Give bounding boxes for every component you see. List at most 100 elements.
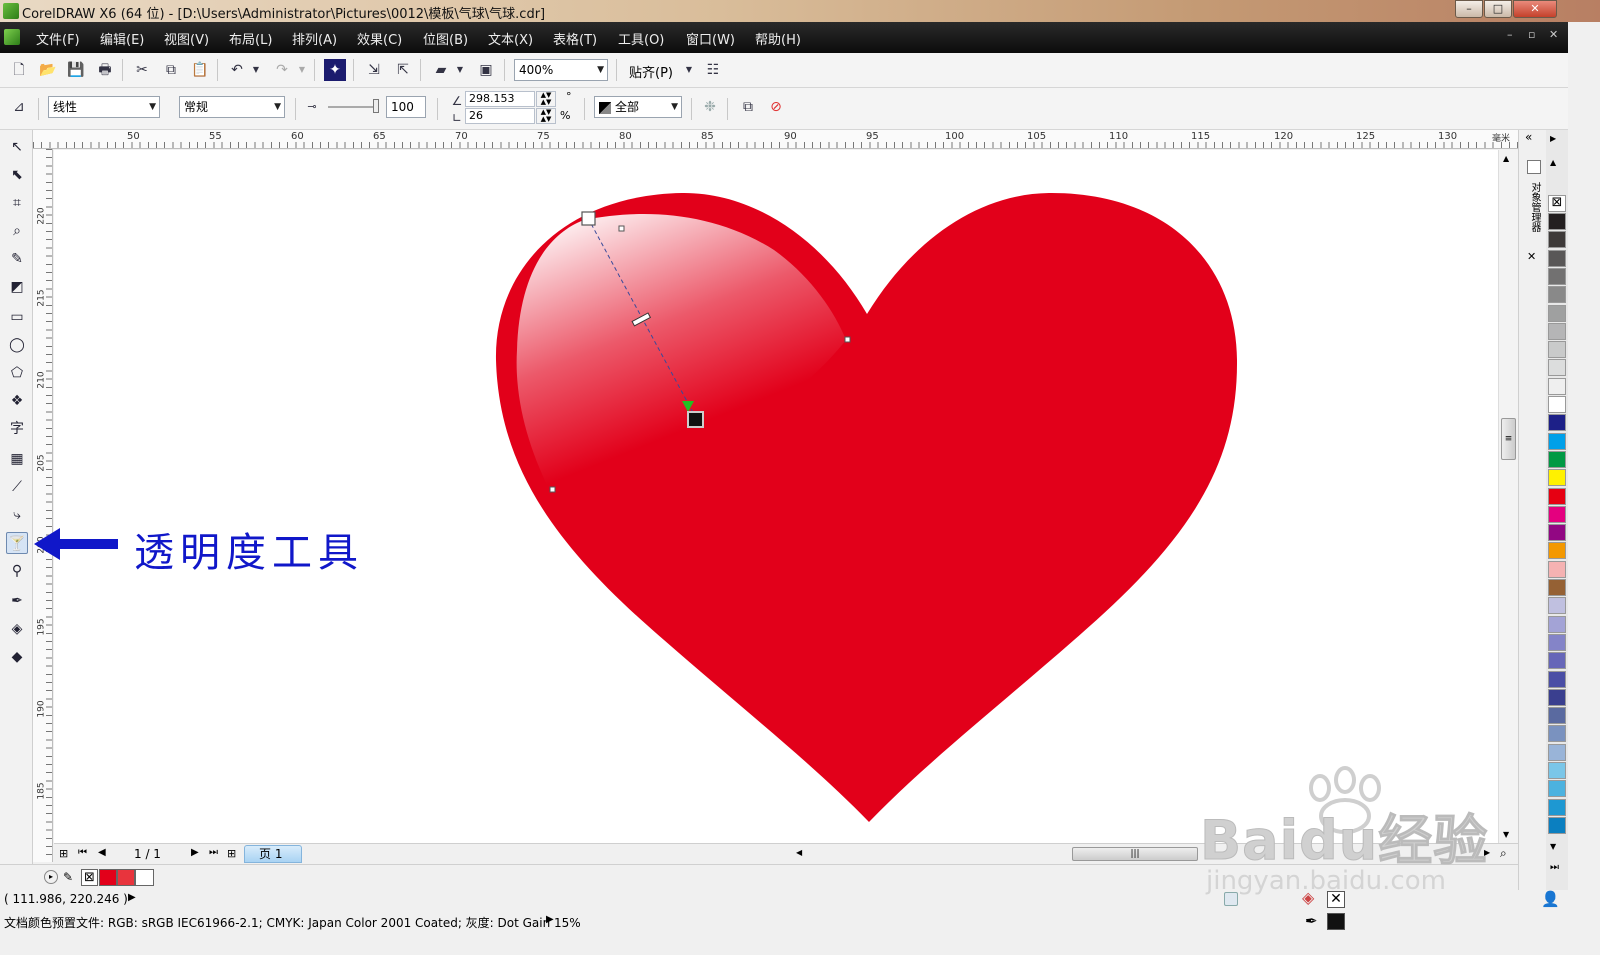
palette-expand-icon[interactable]: ⏭: [1550, 862, 1559, 873]
doc-color-swatch[interactable]: [117, 869, 135, 886]
crop-tool-icon[interactable]: ⌗: [6, 192, 28, 214]
outline-tool-icon[interactable]: ✒: [6, 590, 28, 612]
color-swatch[interactable]: [1548, 231, 1566, 249]
close-button[interactable]: ✕: [1513, 0, 1557, 18]
color-swatch[interactable]: [1548, 524, 1566, 542]
color-swatch[interactable]: [1548, 615, 1566, 633]
color-swatch[interactable]: [1548, 798, 1566, 816]
docker-close-icon[interactable]: ✕: [1527, 250, 1536, 263]
color-swatch[interactable]: [1548, 322, 1566, 340]
color-swatch[interactable]: [1548, 816, 1566, 834]
pick-tool-icon[interactable]: ↖: [6, 136, 28, 158]
scroll-left-icon[interactable]: ◀: [796, 848, 802, 857]
opacity-input[interactable]: 100: [386, 96, 426, 118]
color-swatch[interactable]: [1548, 725, 1566, 743]
prev-page-icon[interactable]: ◀: [98, 847, 106, 858]
transparency-preset-icon[interactable]: ⊿: [8, 96, 30, 118]
clear-transparency-icon[interactable]: ⊘: [765, 96, 787, 118]
vertical-ruler[interactable]: 220 215 210 205 200 195 190 185: [33, 149, 53, 862]
color-swatch[interactable]: [1548, 304, 1566, 322]
interactive-fill-tool-icon[interactable]: ◆: [6, 646, 28, 668]
options-icon[interactable]: ☷: [702, 59, 724, 81]
launcher-dropdown-icon[interactable]: ▼: [454, 59, 466, 81]
doc-palette-menu-icon[interactable]: ▸: [44, 870, 58, 884]
bbox-node[interactable]: [618, 225, 625, 232]
copy-icon[interactable]: ⧉: [160, 59, 182, 81]
menu-help[interactable]: 帮助(H): [755, 29, 801, 48]
outline-pen-icon[interactable]: ✒: [1305, 912, 1318, 930]
menu-text[interactable]: 文本(X): [488, 29, 533, 48]
menu-effects[interactable]: 效果(C): [357, 29, 402, 48]
transparency-start-node[interactable]: [581, 211, 596, 226]
zoom-level-select[interactable]: 400% ▼: [514, 59, 608, 81]
freeze-icon[interactable]: ❉: [699, 96, 721, 118]
no-color-swatch[interactable]: ⊠: [1548, 195, 1566, 212]
mdi-minimize-button[interactable]: –: [1507, 28, 1513, 41]
user-icon[interactable]: 👤: [1541, 890, 1560, 908]
scroll-up-icon[interactable]: ▲: [1503, 154, 1509, 163]
angle-spinner[interactable]: ▲▼ ▲▼: [536, 91, 556, 107]
horizontal-scroll-thumb[interactable]: |||: [1072, 847, 1198, 861]
color-swatch[interactable]: [1548, 450, 1566, 468]
mdi-restore-button[interactable]: ▫: [1528, 28, 1535, 41]
fill-tool-icon[interactable]: ◈: [6, 618, 28, 640]
zoom-tool-icon[interactable]: ⌕: [6, 220, 28, 242]
menu-layout[interactable]: 布局(L): [229, 29, 272, 48]
first-page-icon[interactable]: ⏮: [78, 847, 87, 858]
color-swatch[interactable]: [1548, 249, 1566, 267]
shape-tool-icon[interactable]: ⬉: [6, 164, 28, 186]
print-icon[interactable]: 🖶: [94, 59, 116, 81]
paste-icon[interactable]: 📋: [189, 59, 211, 81]
apply-to-select[interactable]: 全部 ▼: [594, 96, 682, 118]
menu-window[interactable]: 窗口(W): [686, 29, 735, 48]
color-swatch[interactable]: [1548, 579, 1566, 596]
welcome-screen-icon[interactable]: ▣: [475, 59, 497, 81]
redo-icon[interactable]: ↷: [271, 59, 293, 81]
bbox-node[interactable]: [844, 336, 851, 343]
application-launcher-icon[interactable]: ▰: [430, 59, 452, 81]
doc-color-swatch[interactable]: [99, 869, 117, 886]
palette-menu-icon[interactable]: ▶: [1550, 134, 1556, 143]
page-tab[interactable]: 页 1: [244, 845, 302, 863]
new-icon[interactable]: 🗋: [8, 59, 30, 81]
color-swatch[interactable]: [1548, 213, 1566, 230]
color-swatch[interactable]: [1548, 762, 1566, 779]
menu-file[interactable]: 文件(F): [36, 29, 80, 48]
add-page-after-icon[interactable]: ⊞: [227, 847, 236, 860]
color-swatch[interactable]: [1548, 267, 1566, 285]
object-manager-tab[interactable]: 对象管理器: [1526, 182, 1540, 232]
vertical-scroll-thumb[interactable]: ≡: [1501, 418, 1516, 460]
polygon-tool-icon[interactable]: ⬠: [6, 362, 28, 384]
color-swatch[interactable]: [1548, 560, 1566, 578]
color-swatch[interactable]: [1548, 633, 1566, 651]
minimize-button[interactable]: –: [1455, 0, 1483, 18]
cut-icon[interactable]: ✂: [131, 59, 153, 81]
color-swatch[interactable]: [1548, 542, 1566, 560]
undo-dropdown-icon[interactable]: ▼: [250, 59, 262, 81]
profile-expand-icon[interactable]: ▶: [546, 914, 554, 925]
redo-dropdown-icon[interactable]: ▼: [296, 59, 308, 81]
search-content-icon[interactable]: ✦: [324, 59, 346, 81]
horizontal-ruler[interactable]: 50 55 60 65 70 75 80 85 90 95 100 105 11…: [33, 130, 1518, 149]
color-swatch[interactable]: [1548, 469, 1566, 487]
dimension-tool-icon[interactable]: ⟋: [6, 476, 28, 498]
expand-arrow-icon[interactable]: ▶: [128, 892, 136, 903]
eyedropper-icon[interactable]: ✎: [63, 870, 73, 884]
color-swatch[interactable]: [1548, 432, 1566, 450]
opacity-slider-thumb[interactable]: [373, 99, 379, 113]
menu-bitmaps[interactable]: 位图(B): [423, 29, 468, 48]
color-swatch[interactable]: [1548, 743, 1566, 761]
menu-edit[interactable]: 编辑(E): [100, 29, 144, 48]
export-icon[interactable]: ⇱: [392, 59, 414, 81]
eyedropper-tool-icon[interactable]: ⚲: [6, 560, 28, 582]
save-icon[interactable]: 💾: [65, 59, 87, 81]
edge-border-input[interactable]: 26: [465, 108, 535, 124]
next-page-icon[interactable]: ▶: [191, 847, 199, 858]
import-icon[interactable]: ⇲: [363, 59, 385, 81]
add-page-before-icon[interactable]: ⊞: [59, 847, 68, 860]
docker-collapse-icon[interactable]: «: [1525, 130, 1532, 144]
last-page-icon[interactable]: ⏭: [209, 847, 218, 858]
color-swatch[interactable]: [1548, 505, 1566, 523]
smart-fill-tool-icon[interactable]: ◩: [6, 276, 28, 298]
doc-color-swatch[interactable]: [135, 869, 154, 886]
